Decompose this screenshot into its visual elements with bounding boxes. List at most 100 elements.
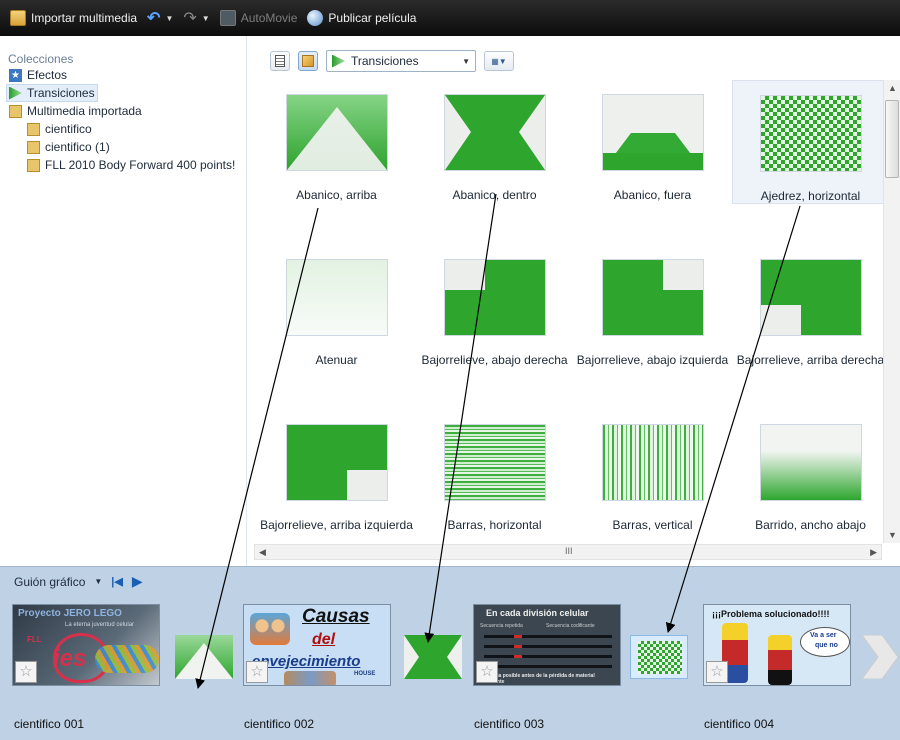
collections-heading: Colecciones	[8, 52, 74, 66]
transition-tile-emboss-br[interactable]: Bajorrelieve, abajo derecha	[416, 245, 573, 369]
sidebar-item-cientifico-1[interactable]: cientifico (1)	[0, 138, 246, 156]
transition-label: Bajorrelieve, arriba izquierda	[260, 518, 413, 532]
thumbnail-view-button[interactable]	[298, 51, 318, 71]
undo-button[interactable]: ↶ ▼	[147, 8, 173, 28]
clip-3-title: En cada división celular	[486, 608, 589, 618]
sidebar-item-effects[interactable]: ★ Efectos	[0, 66, 246, 84]
content-toolbar: Transiciones ▼ ▦▼	[270, 50, 514, 72]
transition-thumbnail	[285, 94, 388, 171]
fan-in-thumb	[404, 635, 462, 679]
transition-label: Barrido, ancho abajo	[755, 518, 866, 532]
rewind-icon[interactable]: |◀	[111, 575, 123, 588]
scroll-up-icon[interactable]: ▲	[888, 83, 897, 93]
transition-tile-fan-out[interactable]: Abanico, fuera	[574, 80, 731, 204]
automovie-icon	[219, 10, 236, 26]
transition-tile-fade[interactable]: Atenuar	[258, 245, 415, 369]
transition-tile-fan-in[interactable]: Abanico, dentro	[416, 80, 573, 204]
transition-label: Barras, vertical	[612, 518, 693, 532]
media-folder-icon	[27, 140, 40, 154]
transition-thumbnail	[759, 259, 862, 336]
sort-button[interactable]: ▦▼	[484, 51, 514, 71]
clip-2-title-envejecimiento: envejecimiento	[252, 653, 361, 670]
scroll-left-icon[interactable]: ◀	[259, 547, 266, 558]
main-toolbar: Importar multimedia ↶ ▼ ↷ ▼ AutoMovie Pu…	[0, 0, 900, 36]
transition-thumbnail	[601, 259, 704, 336]
elderly-graphic	[284, 671, 336, 685]
details-view-button[interactable]	[270, 51, 290, 71]
transition-tile-emboss-tr[interactable]: Bajorrelieve, arriba derecha	[732, 245, 889, 369]
thumbnail-view-icon	[302, 55, 314, 67]
clip-3-note: una copia posible antes de la pérdida de…	[478, 673, 595, 685]
clip-2-effect-star-icon[interactable]: ☆	[246, 661, 268, 683]
storyboard-clip-4[interactable]: ¡¡¡Problema solucionado!!!! Va a ser que…	[703, 604, 851, 686]
storyboard-toolbar: Guión gráfico ▼ |◀ ▶	[14, 573, 143, 590]
transition-tile-checker[interactable]: Ajedrez, horizontal	[732, 80, 889, 204]
sidebar-item-transitions[interactable]: Transiciones	[6, 84, 98, 102]
transition-tile-emboss-bl[interactable]: Bajorrelieve, abajo izquierda	[574, 245, 731, 369]
transition-thumbnail	[759, 424, 862, 501]
storyboard-clip-1[interactable]: Proyecto JERO LEGO La eterna juventud ce…	[12, 604, 160, 686]
storyboard-panel: Guión gráfico ▼ |◀ ▶ Proyecto JERO LEGO …	[0, 566, 900, 740]
chevron-down-icon[interactable]: ▼	[165, 14, 173, 23]
storyboard-clip-2[interactable]: Causas del envejecimiento HOUSE ☆	[243, 604, 391, 686]
star-effects-icon: ★	[9, 68, 22, 82]
vertical-scrollbar[interactable]: ▲ ▼	[883, 80, 900, 543]
chromosome-bars-graphic	[484, 631, 612, 671]
storyboard-clip-3[interactable]: En cada división celular Secuencia repet…	[473, 604, 621, 686]
transition-tile-fan-up[interactable]: Abanico, arriba	[258, 80, 415, 204]
next-slot-thumb	[862, 635, 899, 679]
sidebar-item-imported-media[interactable]: Multimedia importada	[0, 102, 246, 120]
clip-3-effect-star-icon[interactable]: ☆	[476, 661, 498, 683]
play-icon[interactable]: ▶	[132, 573, 143, 590]
redo-icon: ↷	[183, 10, 197, 27]
clip-1-label: cientifico 001	[14, 717, 85, 731]
clip-1-effect-star-icon[interactable]: ☆	[15, 661, 37, 683]
chevron-down-icon[interactable]: ▼	[202, 14, 210, 23]
chevron-down-icon[interactable]: ▼	[94, 577, 102, 586]
transition-label: Barras, horizontal	[447, 518, 542, 532]
transition-tile-bars-v[interactable]: Barras, vertical	[574, 410, 731, 534]
transition-slot-3[interactable]	[630, 635, 688, 679]
clip-2-badge: HOUSE	[354, 671, 376, 677]
publish-movie-button[interactable]: Publicar película	[307, 10, 416, 26]
automovie-button[interactable]: AutoMovie	[219, 10, 297, 26]
transition-tile-sweep[interactable]: Barrido, ancho abajo	[732, 410, 889, 534]
transitions-pane: Transiciones ▼ ▦▼ Abanico, arriba Abanico…	[248, 36, 900, 566]
transition-thumbnail	[443, 424, 546, 501]
vertical-scroll-thumb[interactable]	[885, 100, 899, 178]
collections-sidebar: Colecciones ★ Efectos Transiciones Multi…	[0, 36, 247, 566]
clip-4-bubble-line2: que no	[815, 642, 838, 649]
dna-graphic	[95, 645, 159, 673]
category-select[interactable]: Transiciones ▼	[326, 50, 476, 72]
import-media-icon	[10, 10, 26, 26]
transition-tile-bars-h[interactable]: Barras, horizontal	[416, 410, 573, 534]
redo-button[interactable]: ↷ ▼	[183, 8, 209, 28]
sort-icon: ▦▼	[491, 56, 507, 66]
sidebar-item-fll-2010[interactable]: FLL 2010 Body Forward 400 points!	[0, 156, 246, 174]
horizontal-scrollbar[interactable]: ◀ III ▶	[254, 544, 882, 560]
transition-label: Atenuar	[315, 353, 358, 367]
lego-figure-right	[768, 635, 792, 685]
media-folder-icon	[27, 158, 40, 172]
transition-slot-4[interactable]	[862, 635, 900, 679]
clip-4-bubble-line1: Va a ser	[810, 632, 837, 639]
transition-slot-2[interactable]	[404, 635, 462, 679]
clip-4-label: cientifico 004	[704, 717, 775, 731]
import-media-button[interactable]: Importar multimedia	[10, 10, 137, 26]
scroll-down-icon[interactable]: ▼	[888, 530, 897, 540]
transition-label: Bajorrelieve, arriba derecha	[736, 353, 885, 367]
clip-1-word: ies	[53, 645, 87, 672]
media-folder-icon	[9, 104, 22, 118]
transition-thumbnail	[443, 259, 546, 336]
transition-tile-emboss-tl[interactable]: Bajorrelieve, arriba izquierda	[258, 410, 415, 534]
clip-4-effect-star-icon[interactable]: ☆	[706, 661, 728, 683]
transition-slot-1[interactable]	[175, 635, 233, 679]
transition-label: Abanico, arriba	[296, 188, 377, 202]
transition-thumbnail	[759, 95, 862, 172]
clip-2-label: cientifico 002	[244, 717, 315, 731]
clip-2-title-causas: Causas	[302, 606, 370, 627]
sidebar-item-cientifico[interactable]: cientifico	[0, 120, 246, 138]
scroll-right-icon[interactable]: ▶	[870, 547, 877, 558]
storyboard-view-label[interactable]: Guión gráfico	[14, 575, 85, 589]
horizontal-scroll-grip[interactable]: III	[565, 546, 573, 556]
